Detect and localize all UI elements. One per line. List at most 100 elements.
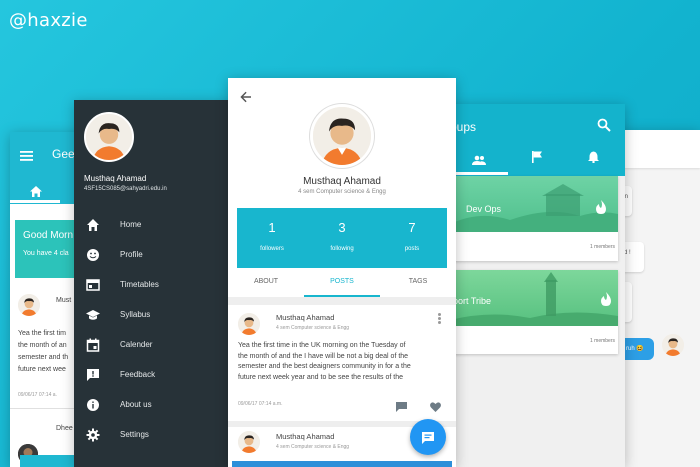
active-tab-indicator bbox=[450, 172, 508, 175]
tab-tags[interactable]: TAGS bbox=[380, 278, 456, 296]
post-subtitle: 4 sem Computer science & Engg bbox=[276, 444, 350, 450]
drawer-item-label: Home bbox=[120, 220, 142, 229]
drawer-item-calender[interactable]: Calender bbox=[74, 331, 234, 361]
chat-bubble-text: ruh 😆 bbox=[626, 346, 644, 352]
post-subtitle: 4 sem Computer science & Engg bbox=[276, 325, 350, 331]
brand-watermark: @haxzie bbox=[9, 10, 88, 31]
drawer-user-email: 4SF15CS085@sahyadri.edu.in bbox=[84, 186, 167, 192]
post-text-line: Yea the first time in the UK morning on … bbox=[238, 342, 406, 349]
navigation-drawer: Musthaq Ahamad 4SF15CS085@sahyadri.edu.i… bbox=[74, 100, 234, 467]
drawer-item-label: Settings bbox=[120, 430, 149, 439]
drawer-item-syllabus[interactable]: Syllabus bbox=[74, 301, 234, 331]
divider bbox=[228, 297, 456, 305]
groups-screen: oups Dev Ops 1 members pport Tribe 1 mem… bbox=[440, 104, 625, 467]
post-text-line: future next wee bbox=[18, 366, 66, 373]
back-arrow-icon[interactable] bbox=[240, 90, 252, 103]
heart-icon[interactable] bbox=[430, 399, 441, 412]
drawer-item-label: Timetables bbox=[120, 280, 159, 289]
group-members: 1 members bbox=[590, 338, 616, 344]
avatar bbox=[18, 294, 40, 316]
drawer-item-label: Profile bbox=[120, 250, 143, 259]
drawer-item-label: Calender bbox=[120, 340, 153, 349]
calendar-icon bbox=[86, 338, 100, 352]
group-members: 1 members bbox=[590, 244, 616, 250]
drawer-item-label: About us bbox=[120, 400, 152, 409]
drawer-user-name: Musthaq Ahamad bbox=[84, 174, 147, 183]
avatar bbox=[238, 431, 260, 453]
drawer-item-label: Feedback bbox=[120, 370, 156, 379]
groups-appbar: oups bbox=[440, 104, 625, 176]
avatar bbox=[662, 334, 684, 356]
stat-value: 3 bbox=[338, 220, 346, 235]
group-card[interactable]: Dev Ops 1 members bbox=[450, 176, 618, 261]
drawer-item-feedback[interactable]: Feedback bbox=[74, 361, 234, 391]
post-author: Dhee bbox=[56, 425, 73, 432]
drawer-item-about-us[interactable]: About us bbox=[74, 391, 234, 421]
stat-posts[interactable]: 7 posts bbox=[377, 208, 447, 268]
menu-icon[interactable] bbox=[20, 148, 33, 161]
smiley-icon bbox=[86, 248, 100, 262]
post-text-line: Yea the first tim bbox=[18, 330, 66, 337]
more-options-icon[interactable] bbox=[438, 313, 442, 325]
active-tab-indicator bbox=[10, 200, 60, 203]
fire-icon bbox=[600, 292, 612, 306]
post-time: 09/06/17 07:14 a. bbox=[18, 392, 57, 398]
post-text-line: the month of an bbox=[18, 342, 67, 349]
profile-name: Musthaq Ahamad bbox=[303, 176, 381, 187]
gear-icon bbox=[86, 428, 100, 442]
group-card[interactable]: pport Tribe 1 members bbox=[448, 270, 618, 354]
stat-label: following bbox=[330, 246, 354, 252]
drawer-item-home[interactable]: Home bbox=[74, 211, 234, 241]
post-time: 09/06/17 07:14 a.m. bbox=[238, 401, 283, 407]
greeting-subtitle: You have 4 cla bbox=[23, 250, 69, 257]
chat-bubble-text: d ! bbox=[624, 250, 631, 256]
profile-screen: Musthaq Ahamad 4 sem Computer science & … bbox=[228, 78, 456, 467]
profile-subtitle: 4 sem Computer science & Engg bbox=[298, 189, 386, 195]
avatar bbox=[84, 112, 134, 162]
home-title: Gee bbox=[52, 147, 75, 161]
tab-members-icon[interactable] bbox=[472, 152, 486, 165]
stat-followers[interactable]: 1 followers bbox=[237, 208, 307, 268]
home-icon[interactable] bbox=[30, 184, 42, 197]
profile-avatar bbox=[310, 104, 374, 168]
fire-icon bbox=[595, 200, 607, 214]
timetable-icon bbox=[86, 278, 100, 292]
post-card[interactable]: Musthaq Ahamad 4 sem Computer science & … bbox=[228, 305, 456, 421]
group-banner: Dev Ops bbox=[450, 176, 618, 232]
post-text-line: the month of and the I have will be not … bbox=[238, 352, 409, 360]
post-text: Yea the first time in the UK morning on … bbox=[238, 341, 411, 383]
stat-label: posts bbox=[404, 246, 420, 252]
fab-chat-button[interactable] bbox=[410, 419, 446, 455]
stat-value: 1 bbox=[268, 220, 276, 235]
drawer-item-settings[interactable]: Settings bbox=[74, 421, 234, 451]
comment-icon[interactable] bbox=[396, 399, 407, 412]
tab-about[interactable]: ABOUT bbox=[228, 278, 304, 296]
post-text: Yea the first tim the month of an semest… bbox=[18, 328, 68, 376]
home-icon bbox=[86, 218, 100, 232]
tab-notifications-icon[interactable] bbox=[588, 150, 599, 164]
profile-stats: 1 followers 3 following 7 posts bbox=[237, 208, 447, 268]
post-text-line: semester and th bbox=[18, 354, 69, 361]
bottom-bar bbox=[232, 461, 452, 467]
drawer-item-label: Syllabus bbox=[120, 310, 151, 319]
group-banner: pport Tribe bbox=[448, 270, 618, 326]
tab-flag-icon[interactable] bbox=[532, 150, 543, 163]
drawer-item-profile[interactable]: Profile bbox=[74, 241, 234, 271]
avatar bbox=[238, 313, 260, 335]
post-text-line: future next week year and to be see the … bbox=[238, 373, 403, 381]
greeting-title: Good Morn bbox=[23, 230, 74, 241]
info-icon bbox=[86, 398, 100, 412]
feedback-icon bbox=[86, 368, 100, 382]
group-name: Dev Ops bbox=[466, 204, 502, 214]
school-icon bbox=[86, 308, 100, 322]
chat-icon bbox=[422, 431, 434, 444]
stat-label: followers bbox=[260, 246, 284, 252]
drawer-item-timetables[interactable]: Timetables bbox=[74, 271, 234, 301]
stat-following[interactable]: 3 following bbox=[307, 208, 377, 268]
post-text-line: semester and the best deaigners communit… bbox=[238, 363, 411, 370]
stat-value: 7 bbox=[408, 220, 416, 235]
tab-posts[interactable]: POSTS bbox=[304, 278, 380, 296]
search-icon[interactable] bbox=[597, 118, 611, 132]
post-author: Musthaq Ahamad bbox=[276, 432, 335, 441]
post-author: Musthaq Ahamad bbox=[276, 313, 335, 322]
